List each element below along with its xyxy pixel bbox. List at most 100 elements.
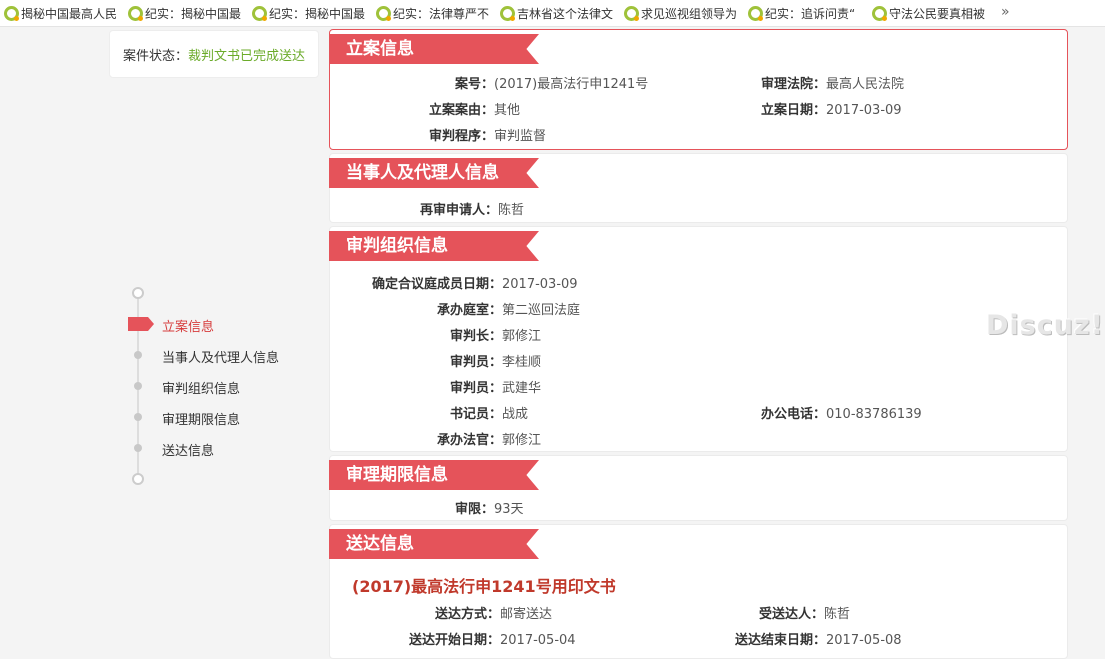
filing-date: 2017-03-09 [826,103,902,118]
court-name: 最高人民法院 [826,77,905,92]
applicant-name: 陈哲 [498,203,525,218]
field-value: 李桂顺 [502,355,542,370]
section-title: 审理期限信息 [329,460,539,490]
term-info-section: 审理期限信息 审限：93天 [329,455,1068,521]
term-limit: 93天 [494,502,524,517]
news-link-6[interactable]: 求见巡视组领导为 [624,5,737,21]
news-bullet-icon [748,5,763,21]
procedure-field: 审判程序：审判监督 [370,125,546,144]
field-label: 送达开始日期： [408,633,500,648]
news-link-8[interactable]: 守法公民要真相被 [872,5,985,21]
tribunal-row: 承办法官：郭修江 [360,429,541,448]
news-bullet-icon [4,5,19,21]
nav-item-parties[interactable]: 当事人及代理人信息 [162,347,279,366]
nav-item-tribunal[interactable]: 审判组织信息 [162,378,240,397]
field-label: 审判员： [449,355,502,370]
news-link-text: 守法公民要真相被 [889,6,986,21]
timeline-end-cap [132,473,144,485]
parties-info-section: 当事人及代理人信息 再审申请人：陈哲 [329,153,1068,223]
field-label: 书记员： [449,407,502,422]
field-value: 第二巡回法庭 [502,303,581,318]
field-label: 立案案由： [428,103,494,118]
case-number-field: 案号：(2017)最高法行申1241号 [370,73,648,92]
news-link-2[interactable]: 纪实：揭秘中国最 [128,5,241,21]
field-label: 审理法院： [760,77,826,92]
term-limit-field: 审限：93天 [370,498,524,517]
tribunal-info-section: 审判组织信息 确定合议庭成员日期：2017-03-09 承办庭室：第二巡回法庭 … [329,226,1068,452]
timeline-dot [134,444,142,452]
field-value: 武建华 [502,381,542,396]
news-link-text: 纪实：揭秘中国最 [269,6,366,21]
field-label: 审判员： [449,381,502,396]
case-status-label: 案件状态： [122,48,188,64]
cause: 其他 [494,103,521,118]
tribunal-row: 书记员：战成 [360,403,528,422]
field-value: 郭修江 [502,433,542,448]
recipient-field: 受送达人：陈哲 [700,603,850,622]
case-number: (2017)最高法行申1241号 [494,77,649,92]
discuz-watermark-logo: Discuz! [986,310,1104,341]
timeline-dot [134,413,142,421]
recipient: 陈哲 [824,607,851,622]
field-label: 送达结束日期： [734,633,826,648]
timeline-dot [134,351,142,359]
delivery-start-field: 送达开始日期：2017-05-04 [370,629,576,648]
news-link-1[interactable]: 揭秘中国最高人民 [4,5,117,21]
news-link-5[interactable]: 吉林省这个法律文 [500,5,613,21]
delivery-start-date: 2017-05-04 [500,633,576,648]
court-field: 审理法院：最高人民法院 [700,73,904,92]
field-label: 送达方式： [434,607,500,622]
delivery-end-field: 送达结束日期：2017-05-08 [700,629,902,648]
tribunal-row: 确定合议庭成员日期：2017-03-09 [360,273,578,292]
news-link-text: 揭秘中国最高人民 [21,6,118,21]
news-link-text: 纪实：法律尊严不 [393,6,490,21]
news-bullet-icon [872,5,887,21]
more-news-button[interactable]: » [1001,4,1010,20]
field-label: 审限： [454,502,494,517]
nav-item-delivery[interactable]: 送达信息 [162,440,214,459]
office-phone: 010-83786139 [826,407,922,422]
tribunal-row: 审判长：郭修江 [360,325,541,344]
cause-field: 立案案由：其他 [370,99,520,118]
nav-item-term[interactable]: 审理期限信息 [162,409,240,428]
news-bullet-icon [624,5,639,21]
news-link-text: 求见巡视组领导为 [641,6,738,21]
delivery-method: 邮寄送达 [500,607,553,622]
news-bullet-icon [500,5,515,21]
nav-item-filing[interactable]: 立案信息 [162,316,214,335]
delivered-document-title: (2017)最高法行申1241号用印文书 [352,577,616,596]
filing-date-field: 立案日期：2017-03-09 [700,99,902,118]
field-label: 审判程序： [428,129,494,144]
delivery-info-section: 送达信息 (2017)最高法行申1241号用印文书 送达方式：邮寄送达 受送达人… [329,524,1068,659]
delivery-end-date: 2017-05-08 [826,633,902,648]
case-status-box: 案件状态： 裁判文书已完成送达 [109,30,319,78]
section-title: 立案信息 [329,34,539,64]
section-title: 送达信息 [329,529,539,559]
news-link-text: 纪实：追诉问责“ [765,6,856,21]
field-value: 郭修江 [502,329,542,344]
timeline-dot [134,382,142,390]
field-label: 办公电话： [760,407,826,422]
field-label: 承办法官： [436,433,502,448]
news-link-4[interactable]: 纪实：法律尊严不 [376,5,489,21]
news-link-text: 纪实：揭秘中国最 [145,6,242,21]
news-link-text: 吉林省这个法律文 [517,6,614,21]
section-title: 审判组织信息 [329,231,539,261]
office-phone-field: 办公电话：010-83786139 [700,403,922,422]
tribunal-row: 审判员：武建华 [360,377,541,396]
tribunal-row: 审判员：李桂顺 [360,351,541,370]
news-bullet-icon [376,5,391,21]
field-label: 案号： [454,77,494,92]
applicant-field: 再审申请人：陈哲 [370,199,524,218]
field-label: 承办庭室： [436,303,502,318]
field-value: 2017-03-09 [502,277,578,292]
procedure: 审判监督 [494,129,547,144]
tribunal-row: 承办庭室：第二巡回法庭 [360,299,580,318]
news-link-3[interactable]: 纪实：揭秘中国最 [252,5,365,21]
field-value: 战成 [502,407,529,422]
case-status-value: 裁判文书已完成送达 [188,48,306,64]
news-link-7[interactable]: 纪实：追诉问责“ [748,5,855,21]
news-bullet-icon [128,5,143,21]
field-label: 受送达人： [758,607,824,622]
field-label: 立案日期： [760,103,826,118]
